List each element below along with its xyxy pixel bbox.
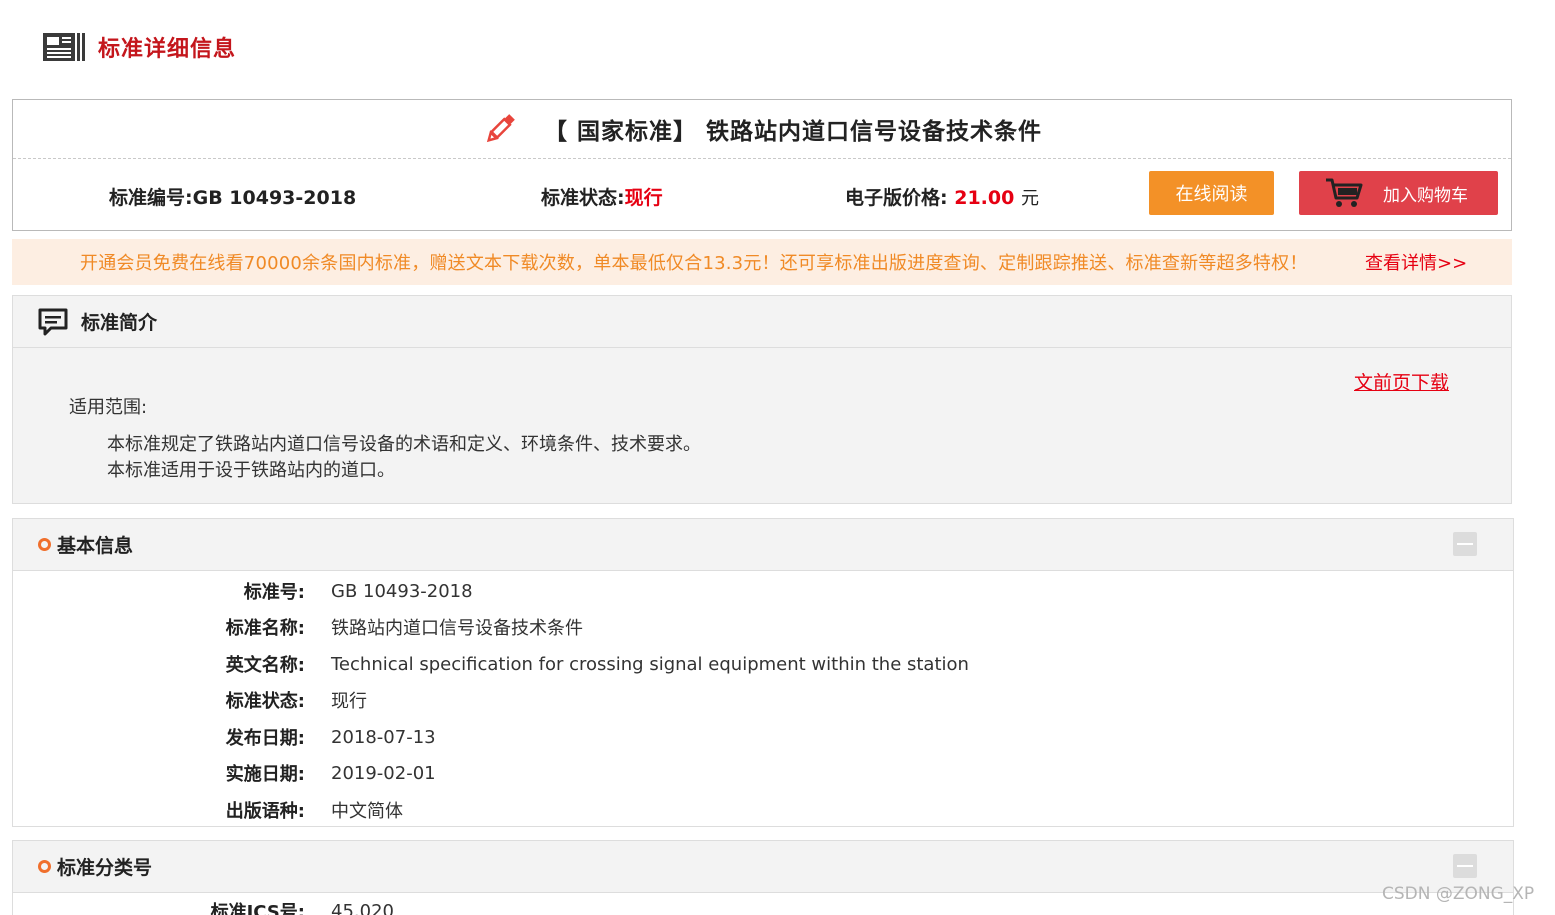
info-key: 标准名称: [225,618,305,639]
info-key: 标准ICS号: [210,902,305,915]
info-value: 中文简体 [331,801,403,822]
standard-number: 标准编号:GB 10493-2018 [109,183,356,210]
read-online-button[interactable]: 在线阅读 [1149,171,1274,215]
read-online-label: 在线阅读 [1175,184,1248,205]
standard-meta-row: 标准编号:GB 10493-2018 标准状态:现行 电子版价格: 21.00 … [13,159,1511,230]
info-value: 现行 [331,691,367,712]
info-key: 发布日期: [225,728,305,749]
info-key: 标准号: [243,582,305,603]
newspaper-icon [43,33,85,61]
watermark: CSDN @ZONG_XP [1382,884,1535,904]
intro-header: 标准简介 [13,296,1511,348]
collapse-button[interactable] [1453,854,1477,878]
scope-line: 本标准规定了铁路站内道口信号设备的术语和定义、环境条件、技术要求。 [107,434,701,455]
standard-intro-section: 标准简介 文前页下载 适用范围: 本标准规定了铁路站内道口信号设备的术语和定义、… [12,295,1512,504]
promo-details-link[interactable]: 查看详情>> [1365,249,1467,275]
info-key: 实施日期: [225,764,305,785]
info-value: 铁路站内道口信号设备技术条件 [331,618,583,639]
info-value: 2018-07-13 [331,726,436,748]
membership-promo-bar: 开通会员免费在线看70000余条国内标准，赠送文本下载次数，单本最低仅合13.3… [12,239,1512,285]
add-to-cart-label: 加入购物车 [1383,185,1468,206]
info-value: Technical specification for crossing sig… [331,653,969,675]
page-header: 标准详细信息 [42,30,236,64]
shopping-cart-icon [1326,178,1363,207]
circle-bullet-icon [38,538,51,551]
info-key: 标准状态: [225,691,305,712]
classification-heading: 标准分类号 [57,857,153,879]
collapse-button[interactable] [1453,532,1477,556]
price-value: 21.00 [954,187,1015,209]
price-unit: 元 [1020,188,1039,209]
standard-title-row: 【 国家标准】 铁路站内道口信号设备技术条件 [13,100,1511,159]
pencil-icon [486,114,515,143]
basic-info-header: 基本信息 [13,519,1513,571]
info-key: 英文名称: [225,655,305,676]
price-label: 电子版价格: [845,187,948,209]
promo-text: 开通会员免费在线看70000余条国内标准，赠送文本下载次数，单本最低仅合13.3… [80,253,1308,274]
classification-section: 标准分类号 标准ICS号: 45.020 [12,840,1514,915]
standard-status-value: 现行 [624,187,663,209]
standard-number-label: 标准编号: [109,187,193,209]
standard-summary-box: 【 国家标准】 铁路站内道口信号设备技术条件 标准编号:GB 10493-201… [12,99,1512,231]
chat-bubble-icon [38,308,68,335]
standard-number-value: GB 10493-2018 [192,187,357,209]
info-value: 45.020 [331,900,394,915]
standard-title: 【 国家标准】 铁路站内道口信号设备技术条件 [543,119,1042,145]
scope-line: 本标准适用于设于铁路站内的道口。 [107,460,395,481]
standard-status: 标准状态:现行 [541,183,663,210]
info-value: GB 10493-2018 [331,580,473,602]
standard-status-label: 标准状态: [541,187,625,209]
basic-info-section: 基本信息 标准号: GB 10493-2018 标准名称: 铁路站内道口信号设备… [12,518,1514,827]
preface-download-link[interactable]: 文前页下载 [1354,368,1449,395]
classification-header: 标准分类号 [13,841,1513,893]
intro-heading: 标准简介 [81,312,158,334]
basic-info-heading: 基本信息 [57,535,134,557]
scope-label: 适用范围: [69,397,148,418]
info-value: 2019-02-01 [331,762,436,784]
add-to-cart-button[interactable]: 加入购物车 [1299,171,1498,215]
page-title: 标准详细信息 [98,37,237,62]
circle-bullet-icon [38,860,51,873]
standard-price: 电子版价格: 21.00 元 [845,183,1039,210]
info-key: 出版语种: [225,801,305,822]
